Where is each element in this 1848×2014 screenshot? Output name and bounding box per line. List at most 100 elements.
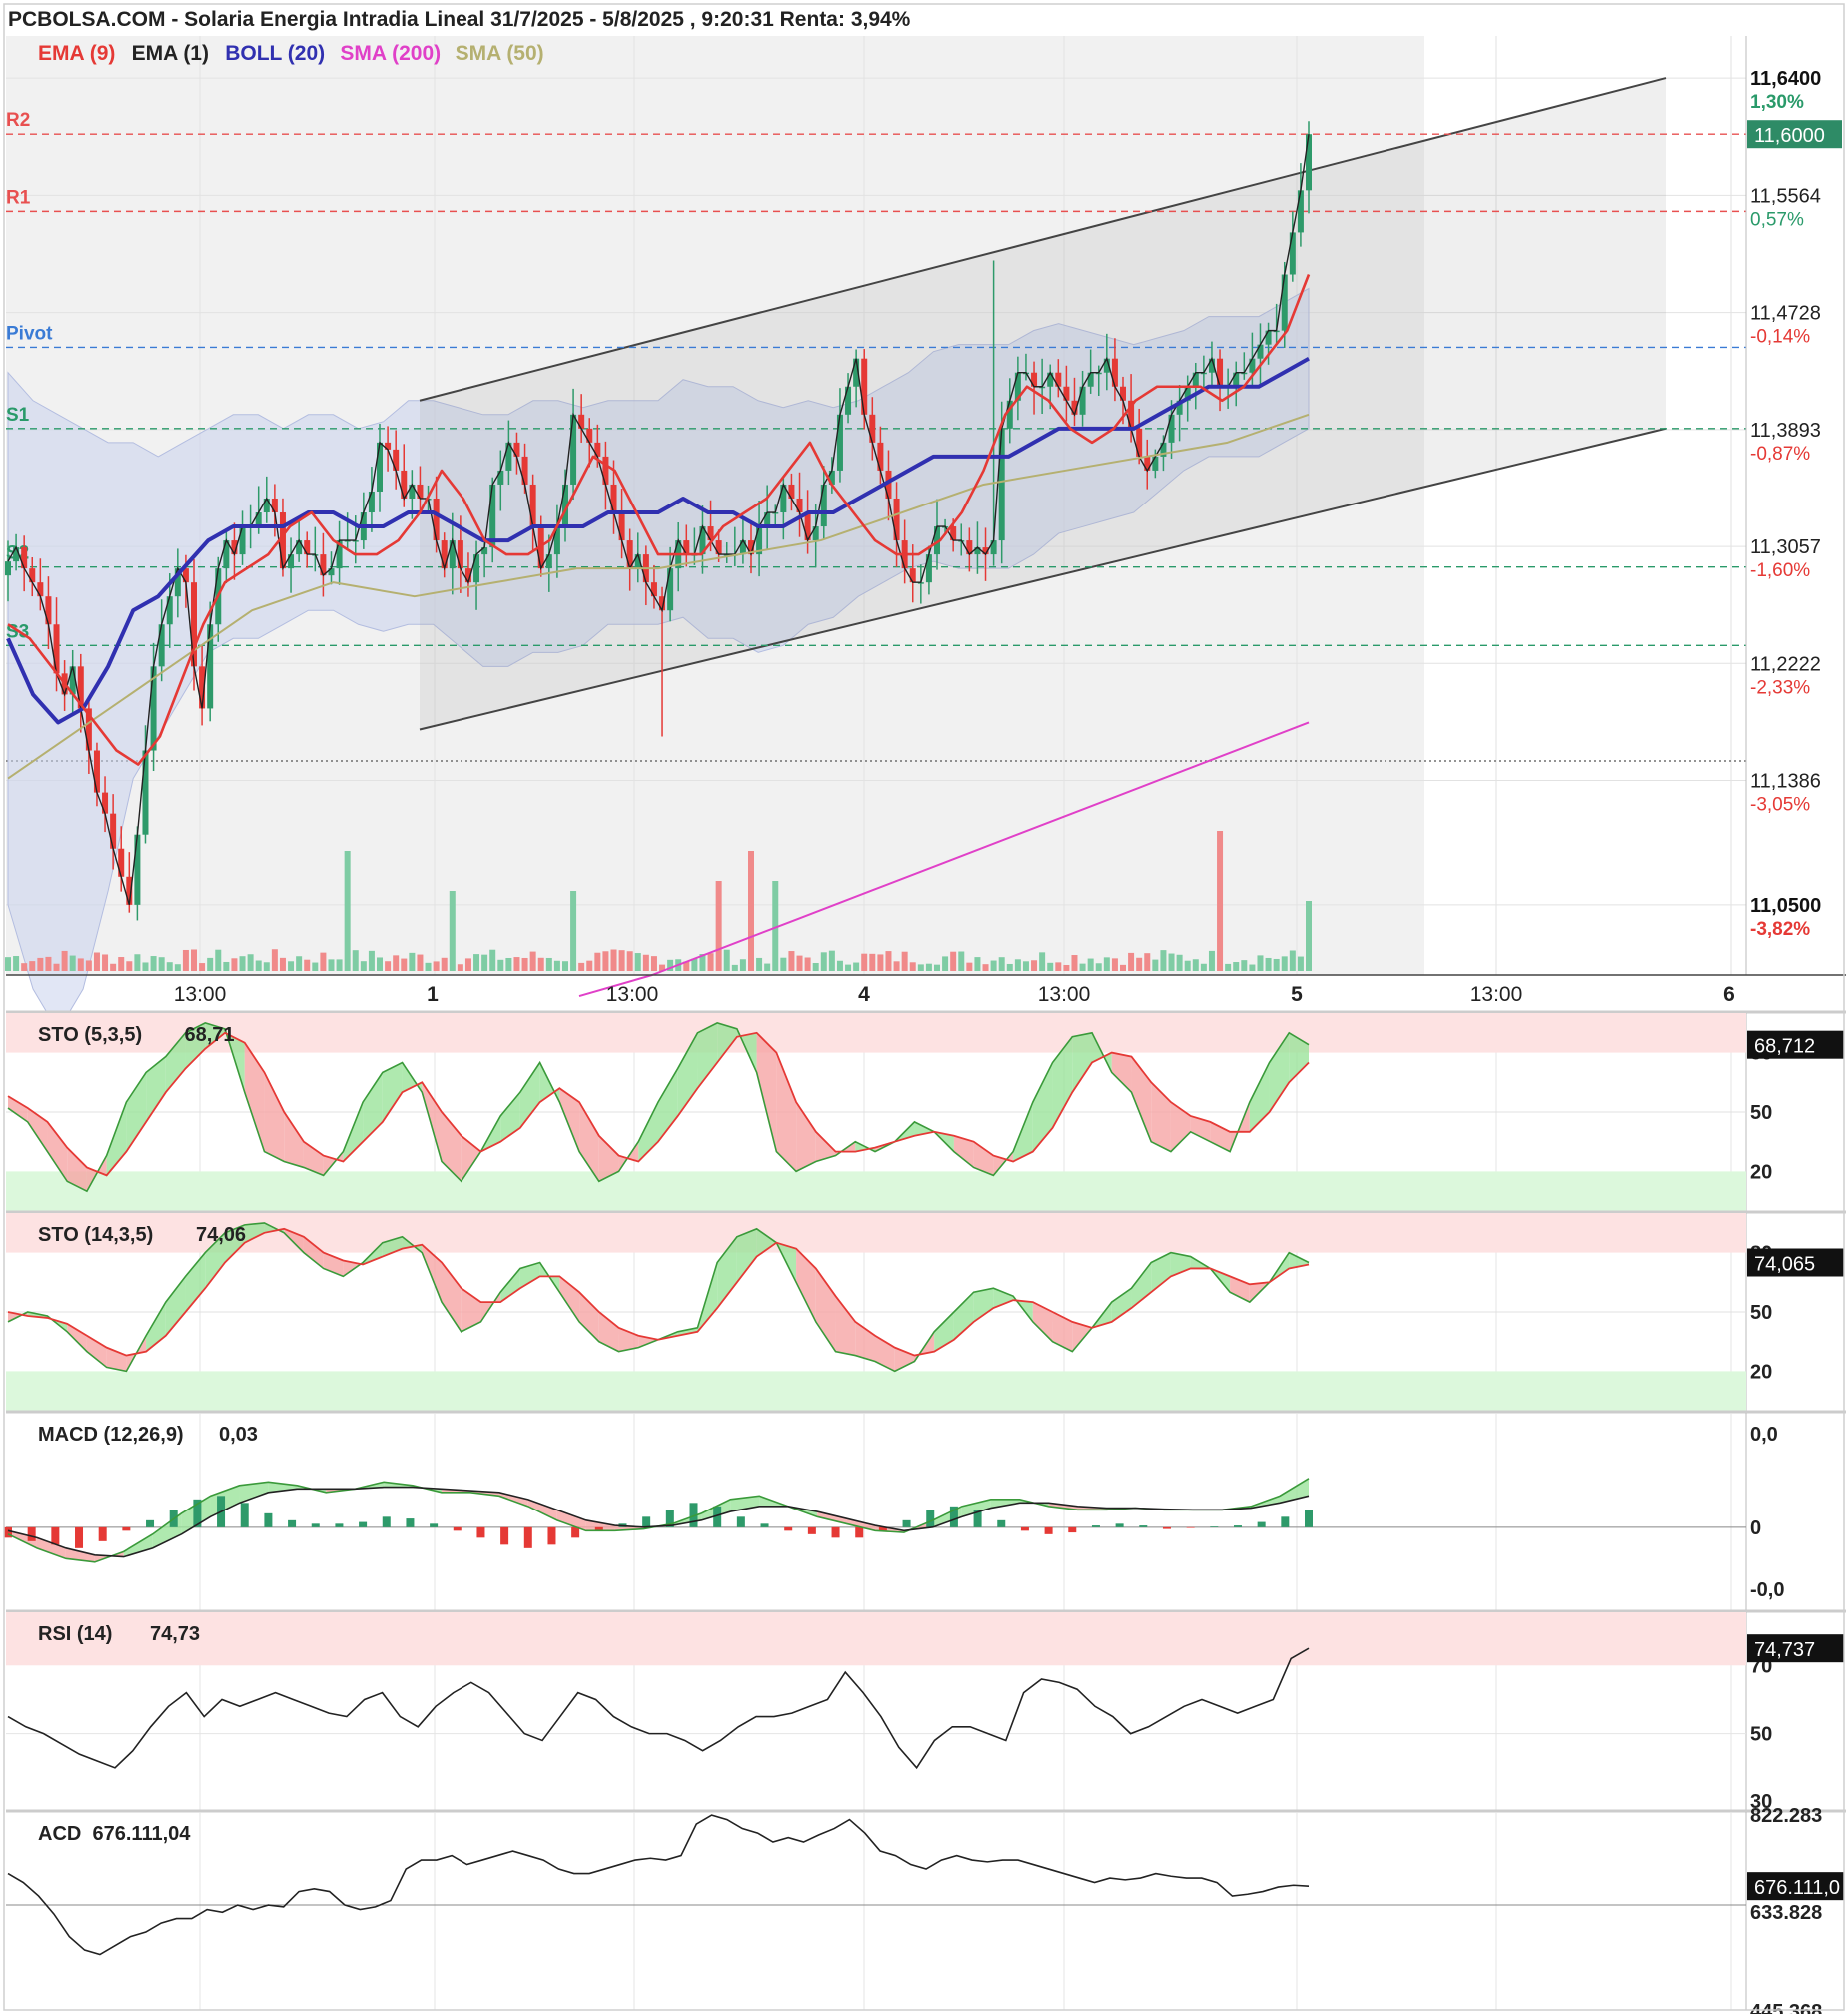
volume-bar — [586, 960, 593, 971]
volume-bar — [231, 958, 238, 971]
volume-bar — [45, 956, 52, 971]
sto-fill — [86, 1335, 107, 1368]
price-panel: R2R1PivotS1S2S3 EMA (9)EMA (1)BOLL (20)S… — [5, 36, 1846, 1033]
volume-bar — [13, 956, 20, 971]
macd-hist-bar — [1162, 1526, 1171, 1529]
volume-bar — [1120, 964, 1126, 971]
volume-bar — [158, 957, 165, 971]
panel-value: 74,06 — [196, 1224, 246, 1246]
volume-bar — [69, 955, 76, 971]
volume-bar — [37, 957, 44, 971]
panel-value: 68,71 — [185, 1024, 235, 1046]
volume-bar — [1022, 961, 1029, 971]
macd-hist-bar — [642, 1516, 651, 1527]
legend-item: SMA (200) — [340, 42, 441, 65]
volume-bar — [1014, 959, 1021, 971]
sto-fill — [1111, 1288, 1132, 1322]
volume-bar — [788, 951, 795, 971]
sto-fill — [1072, 1032, 1092, 1093]
panel-acd: 822.283 633.828 445.368 676.111,0 ACD 676.111… — [6, 1805, 1846, 2014]
candle-body — [449, 540, 456, 569]
volume-bar — [199, 963, 206, 971]
macd-hist-bar — [997, 1519, 1006, 1527]
volume-bar — [1047, 962, 1054, 971]
acd-line — [7, 1814, 1310, 1956]
volume-bar — [393, 955, 400, 971]
legend-item: EMA (1) — [132, 42, 209, 65]
candle-body — [1265, 330, 1272, 345]
macd-hist-bar — [926, 1510, 935, 1527]
volume-bar — [634, 953, 641, 971]
volume-bar — [279, 957, 286, 971]
macd-hist-bar — [571, 1526, 580, 1538]
macd-hist-bar — [75, 1526, 84, 1548]
volume-bar — [21, 963, 28, 971]
candle-body — [1217, 358, 1224, 387]
volume-bar — [385, 961, 392, 971]
y-tick-label: 11,2222 — [1750, 653, 1821, 675]
macd-hist-bar — [760, 1523, 769, 1527]
sto-fill — [579, 1102, 599, 1182]
candle-body — [594, 442, 601, 457]
volume-bar — [215, 949, 222, 971]
x-tick-label: 6 — [1723, 983, 1735, 1006]
panel-y-tick: 50 — [1750, 1724, 1772, 1746]
macd-hist-bar — [453, 1526, 462, 1531]
sto-fill — [284, 1112, 304, 1168]
sto-fill — [658, 1068, 678, 1142]
candle-body — [1152, 456, 1159, 471]
volume-bar — [53, 963, 60, 971]
legend-item: BOLL (20) — [225, 42, 325, 65]
panel-sto1: 80502068,712STO (5,3,5)68,71 — [6, 1010, 1846, 1211]
candle-body — [1281, 274, 1288, 331]
y-tick-pct: 0,57% — [1750, 209, 1804, 230]
volume-bar — [1241, 960, 1248, 971]
sto-fill — [697, 1022, 718, 1089]
volume-bar — [537, 957, 544, 971]
chart-title: PCBOLSA.COM - Solaria Energia Intradia L… — [8, 8, 911, 31]
macd-hist-bar — [1020, 1526, 1029, 1531]
volume-bar — [126, 961, 133, 971]
candle-body — [1055, 372, 1062, 387]
x-tick-label: 13:00 — [1038, 983, 1091, 1006]
sto-fill — [185, 1252, 206, 1312]
volume-bar — [610, 949, 617, 971]
candle-body — [29, 568, 36, 583]
y-tick-label: 11,0500 — [1750, 895, 1821, 917]
candle-body — [1031, 372, 1038, 387]
candle-body — [1087, 372, 1094, 387]
volume-bar — [804, 957, 811, 971]
volume-bar — [1128, 952, 1135, 971]
volume-bar — [182, 949, 189, 971]
panel-y-tick: 20 — [1750, 1161, 1772, 1183]
volume-bar — [602, 951, 609, 971]
volume-bar — [134, 954, 141, 971]
macd-hist-bar — [335, 1523, 344, 1527]
candle-body — [1297, 190, 1304, 233]
candle-body — [1111, 358, 1118, 387]
candle-body — [53, 624, 60, 674]
x-tick-label: 1 — [427, 983, 439, 1006]
volume-bar — [885, 951, 892, 971]
y-tick-label: 11,3893 — [1750, 420, 1821, 442]
candle-body — [118, 848, 125, 877]
volume-bar — [312, 962, 319, 971]
panel-sto2: 80502074,065STO (14,3,5)74,06 — [6, 1210, 1846, 1411]
rsi-line — [7, 1647, 1310, 1770]
macd-hist-bar — [831, 1526, 840, 1538]
y-tick-pct: -0,14% — [1750, 327, 1810, 348]
sto-fill — [500, 1268, 520, 1303]
volume-bar — [909, 962, 916, 971]
volume-bar — [1006, 963, 1013, 971]
candle-body — [1144, 456, 1151, 471]
volume-bar — [796, 955, 803, 971]
volume-bar — [457, 964, 463, 971]
volume-bar — [1055, 962, 1062, 971]
volume-bar — [85, 960, 92, 971]
panel-label: MACD (12,26,9) — [38, 1424, 184, 1446]
volume-bar — [618, 950, 625, 971]
candle-body — [102, 792, 109, 814]
volume-bar — [723, 949, 730, 971]
volume-bar — [869, 953, 876, 971]
volume-bar — [853, 962, 860, 971]
